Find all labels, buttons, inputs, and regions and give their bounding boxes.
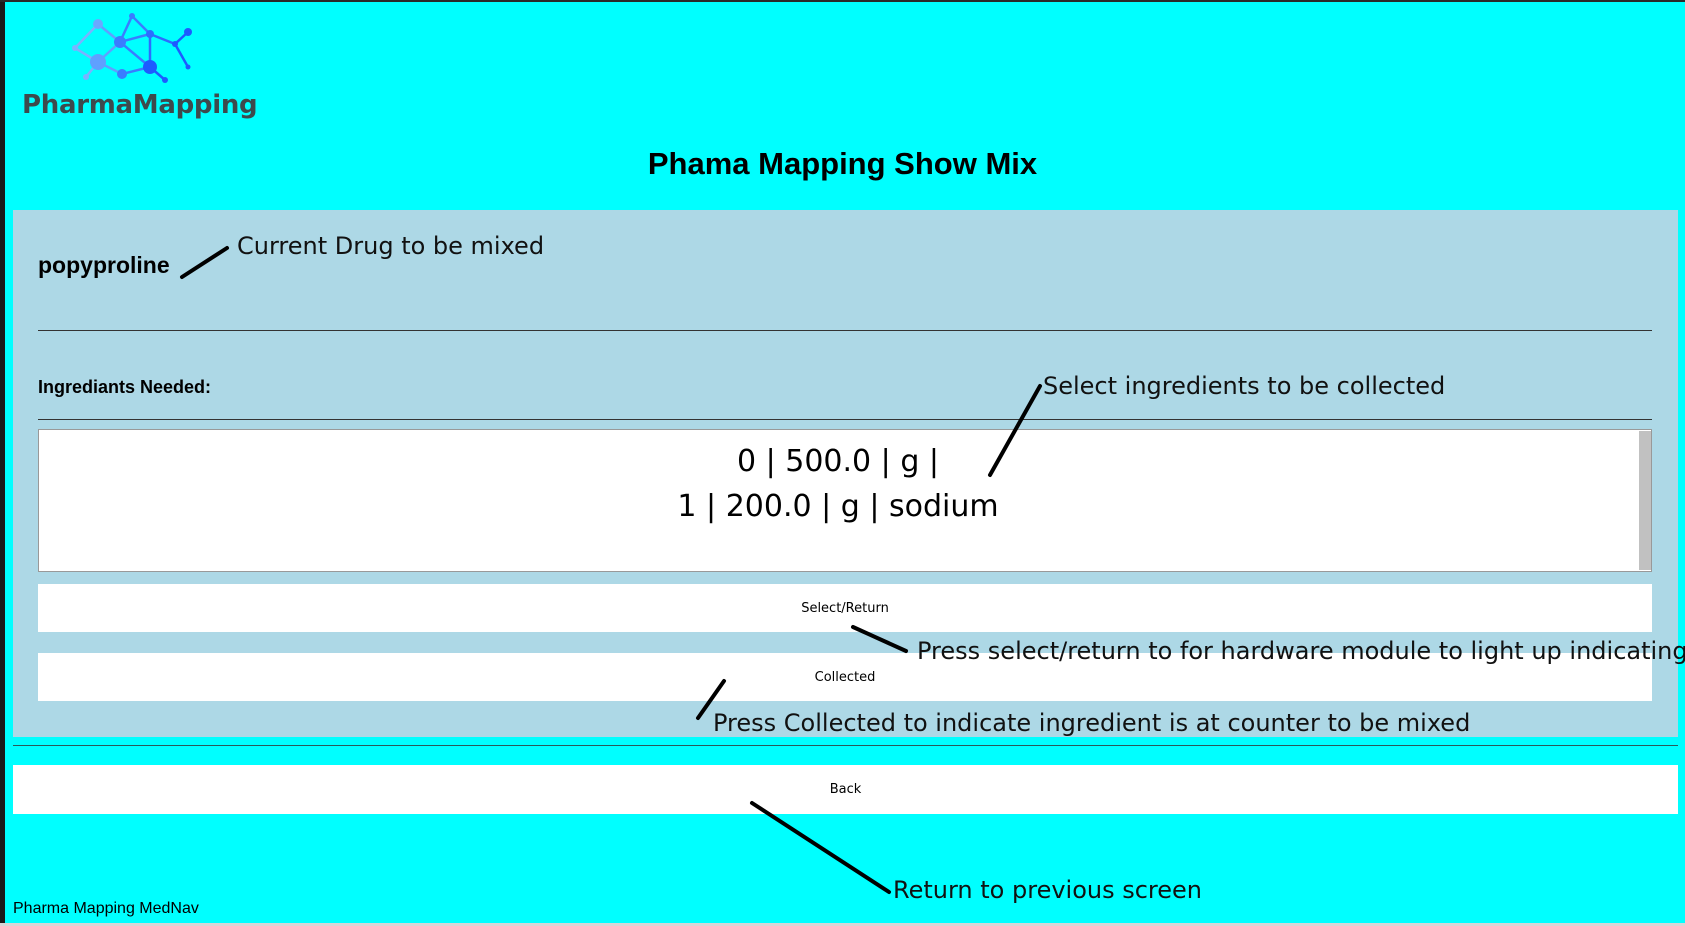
annotation-collected: Press Collected to indicate ingredient i… (713, 709, 1471, 737)
annotation-select-ingredients: Select ingredients to be collected (1043, 372, 1446, 400)
pointer-line (988, 384, 1042, 477)
annotation-select-return: Press select/return to for hardware modu… (917, 637, 1685, 665)
pointer-line (180, 246, 229, 279)
annotation-drug: Current Drug to be mixed (237, 232, 545, 260)
annotation-back: Return to previous screen (893, 876, 1203, 904)
footer-text: Pharma Mapping MedNav (13, 900, 199, 917)
pointer-line (851, 625, 908, 653)
pointer-line (750, 801, 891, 894)
annotation-pointers (180, 246, 1042, 894)
